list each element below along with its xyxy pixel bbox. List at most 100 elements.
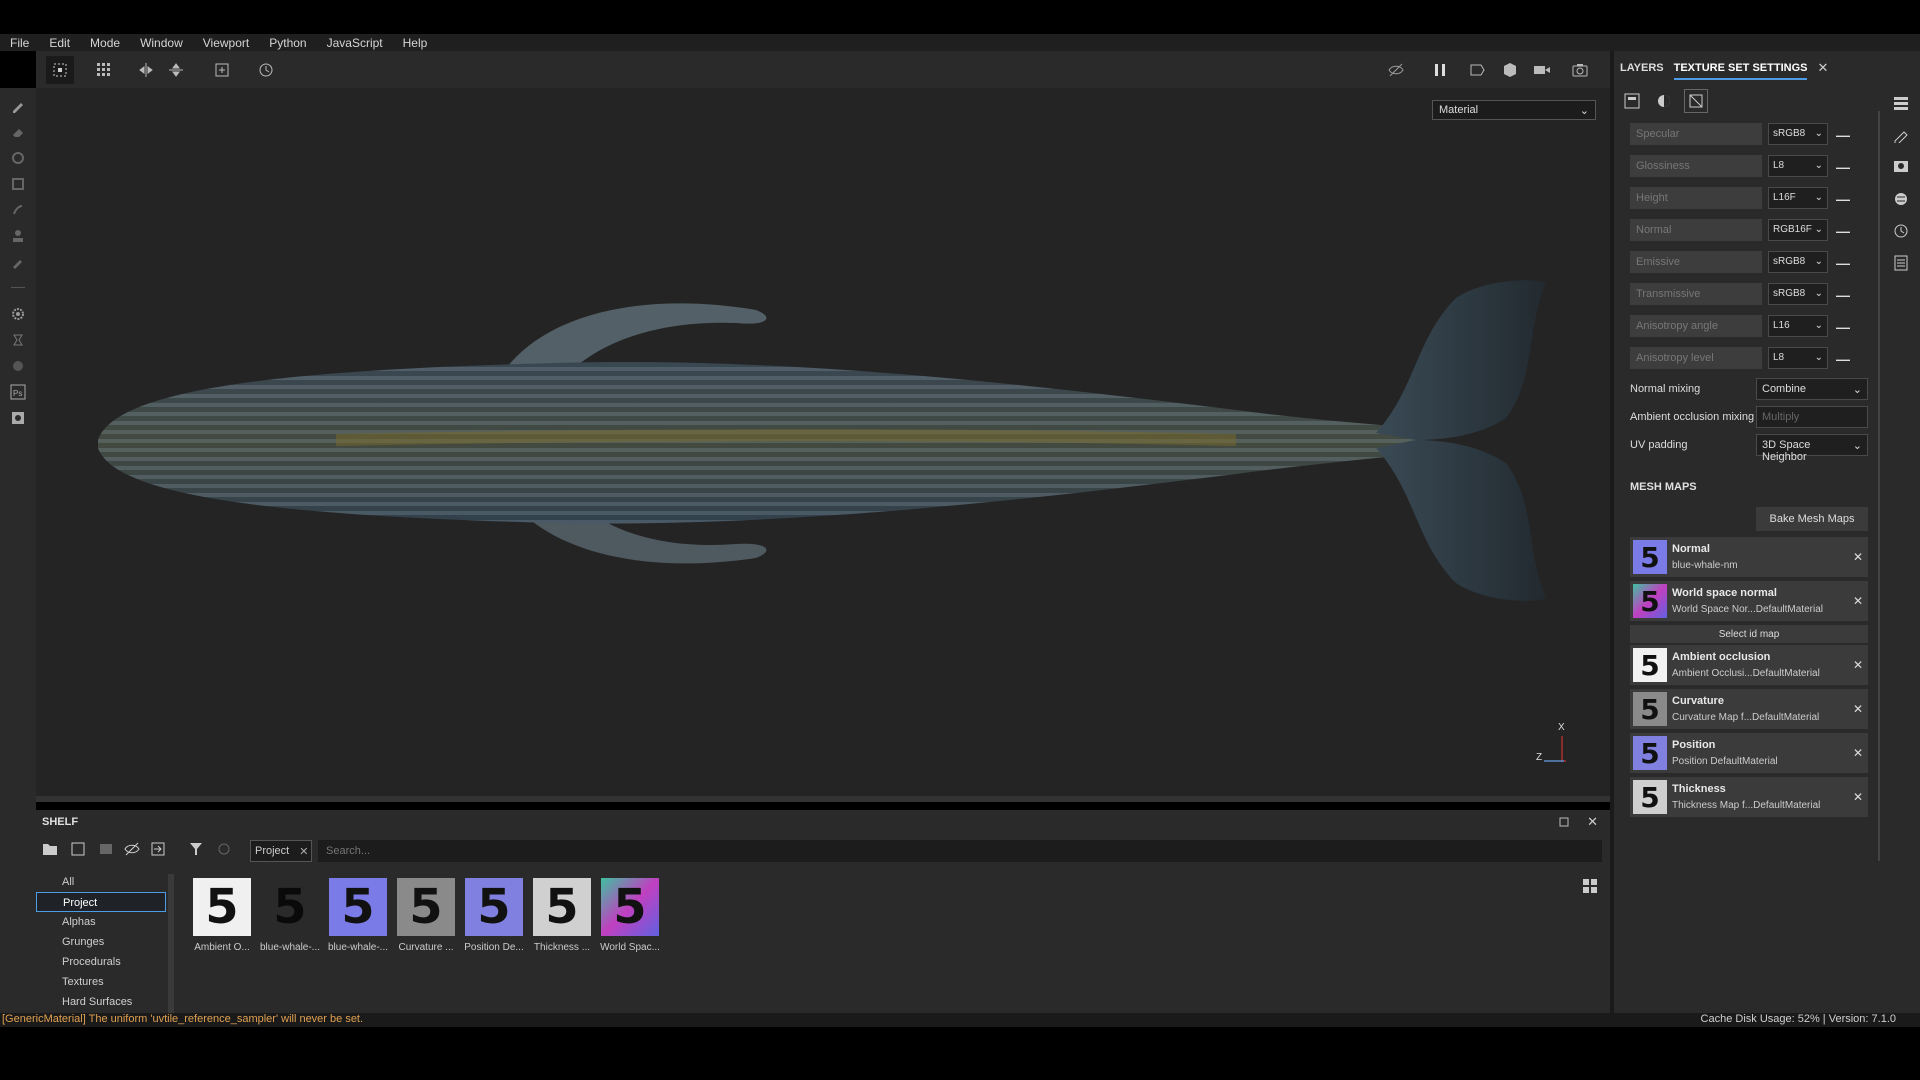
- export-textures-icon[interactable]: [8, 408, 28, 428]
- hide-preview-icon[interactable]: [122, 840, 142, 858]
- channel-format-select[interactable]: RGB16F ⌄: [1768, 219, 1828, 241]
- polygon-fill-icon[interactable]: [8, 174, 28, 194]
- mesh-map-ambient-occlusion[interactable]: 5 Ambient occlusion Ambient Occlusi...Def…: [1630, 645, 1868, 685]
- 3d-viewport[interactable]: Material ⌄ X Z: [36, 88, 1610, 796]
- remove-channel-icon[interactable]: —: [1836, 127, 1850, 143]
- remove-channel-icon[interactable]: —: [1836, 159, 1850, 175]
- remove-map-icon[interactable]: ✕: [1848, 790, 1868, 804]
- new-item-icon[interactable]: [68, 840, 88, 858]
- menu-help[interactable]: Help: [393, 36, 438, 50]
- view-2d-icon[interactable]: [1464, 56, 1492, 84]
- category-scrollbar[interactable]: [168, 874, 174, 1014]
- channel-format-select[interactable]: sRGB8 ⌄: [1768, 251, 1828, 273]
- history-clock-icon[interactable]: [1891, 221, 1911, 241]
- remove-channel-icon[interactable]: —: [1836, 351, 1850, 367]
- folder-icon[interactable]: [40, 840, 60, 858]
- chip-close-icon[interactable]: ✕: [299, 845, 308, 858]
- shelf-item[interactable]: 5 World Spac...: [596, 878, 664, 968]
- bake-mesh-maps-button[interactable]: Bake Mesh Maps: [1756, 507, 1868, 531]
- mesh-map-normal[interactable]: 5 Normal blue-whale-nm ✕: [1630, 537, 1868, 577]
- color-picker-icon[interactable]: [8, 252, 28, 272]
- category-project[interactable]: Project: [36, 892, 166, 912]
- mesh-map-world-space-normal[interactable]: 5 World space normal World Space Nor...De…: [1630, 581, 1868, 621]
- mesh-map-thickness[interactable]: 5 Thickness Thickness Map f...DefaultMate…: [1630, 777, 1868, 817]
- shelf-item[interactable]: 5 Thickness ...: [528, 878, 596, 968]
- category-alphas[interactable]: Alphas: [36, 912, 166, 932]
- channel-format-select[interactable]: L16F ⌄: [1768, 187, 1828, 209]
- texture-set-list-icon[interactable]: [1620, 89, 1644, 113]
- menu-file[interactable]: File: [0, 36, 39, 50]
- mesh-map-position[interactable]: 5 Position Position DefaultMaterial ✕: [1630, 733, 1868, 773]
- normal-mixing-select[interactable]: Combine ⌄: [1756, 378, 1868, 400]
- camera-video-icon[interactable]: [1528, 56, 1556, 84]
- remove-channel-icon[interactable]: —: [1836, 191, 1850, 207]
- category-grunges[interactable]: Grunges: [36, 932, 166, 952]
- mirror-vertical-icon[interactable]: [162, 56, 190, 84]
- shelf-close-icon[interactable]: ✕: [1587, 814, 1598, 830]
- import-icon[interactable]: [148, 840, 168, 858]
- remove-channel-icon[interactable]: —: [1836, 319, 1850, 335]
- remove-channel-icon[interactable]: —: [1836, 287, 1850, 303]
- smudge-icon[interactable]: [8, 200, 28, 220]
- shelf-item[interactable]: 5 Position De...: [460, 878, 528, 968]
- viewport-scrollbar[interactable]: [36, 796, 1610, 802]
- channel-format-select[interactable]: L16 ⌄: [1768, 315, 1828, 337]
- shelf-item[interactable]: 5 Curvature ...: [392, 878, 460, 968]
- category-procedurals[interactable]: Procedurals: [36, 952, 166, 972]
- library-icon[interactable]: [96, 840, 116, 858]
- select-id-map-button[interactable]: Select id map: [1630, 625, 1868, 643]
- tab-layers[interactable]: LAYERS: [1620, 56, 1664, 80]
- shelf-item[interactable]: 5 blue-whale-...: [256, 878, 324, 968]
- iray-sphere-icon[interactable]: [8, 356, 28, 376]
- remove-channel-icon[interactable]: —: [1836, 223, 1850, 239]
- clone-stamp-icon[interactable]: [8, 226, 28, 246]
- bake-icon[interactable]: [8, 330, 28, 350]
- history-icon[interactable]: [252, 56, 280, 84]
- menu-python[interactable]: Python: [259, 36, 316, 50]
- pause-icon[interactable]: [1426, 56, 1454, 84]
- refresh-icon[interactable]: [214, 840, 234, 858]
- menu-window[interactable]: Window: [130, 36, 193, 50]
- hide-overlay-icon[interactable]: [1382, 56, 1410, 84]
- project-filter-chip[interactable]: Project ✕: [250, 840, 312, 862]
- add-frame-icon[interactable]: [208, 56, 236, 84]
- mirror-horizontal-icon[interactable]: [132, 56, 160, 84]
- texture-set-settings-icon[interactable]: [1684, 89, 1708, 113]
- grid-view-icon[interactable]: [1582, 878, 1600, 896]
- shelf-search-input[interactable]: [318, 840, 1602, 862]
- view-3d-cube-icon[interactable]: [1496, 56, 1524, 84]
- remove-channel-icon[interactable]: —: [1836, 255, 1850, 271]
- category-all[interactable]: All: [36, 872, 166, 892]
- channel-format-select[interactable]: L8 ⌄: [1768, 155, 1828, 177]
- photoshop-export-icon[interactable]: Ps: [8, 382, 28, 402]
- filter-icon[interactable]: [186, 840, 206, 858]
- shader-settings-icon[interactable]: [1652, 89, 1676, 113]
- remove-map-icon[interactable]: ✕: [1848, 658, 1868, 672]
- paint-brush-icon[interactable]: [8, 96, 28, 116]
- projection-icon[interactable]: [8, 148, 28, 168]
- mesh-map-curvature[interactable]: 5 Curvature Curvature Map f...DefaultMate…: [1630, 689, 1868, 729]
- remove-map-icon[interactable]: ✕: [1848, 594, 1868, 608]
- close-icon[interactable]: ✕: [1817, 60, 1828, 76]
- select-grid-icon[interactable]: [46, 56, 74, 84]
- settings-gear-icon[interactable]: [8, 304, 28, 324]
- menu-mode[interactable]: Mode: [80, 36, 130, 50]
- uv-padding-select[interactable]: 3D Space Neighbor ⌄: [1756, 434, 1868, 463]
- layers-stack-icon[interactable]: [1891, 93, 1911, 113]
- shelf-item[interactable]: 5 blue-whale-...: [324, 878, 392, 968]
- menu-viewport[interactable]: Viewport: [193, 36, 259, 50]
- category-textures[interactable]: Textures: [36, 972, 166, 992]
- maximize-icon[interactable]: [1558, 816, 1570, 828]
- channel-format-select[interactable]: sRGB8 ⌄: [1768, 123, 1828, 145]
- eraser-icon[interactable]: [8, 122, 28, 142]
- category-hard-surfaces[interactable]: Hard Surfaces: [36, 992, 166, 1012]
- tile-grid-icon[interactable]: [90, 56, 118, 84]
- channel-format-select[interactable]: L8 ⌄: [1768, 347, 1828, 369]
- shelf-item[interactable]: 5 Ambient O...: [188, 878, 256, 968]
- screenshot-camera-icon[interactable]: [1566, 56, 1594, 84]
- tab-texture-set-settings[interactable]: TEXTURE SET SETTINGS: [1673, 56, 1807, 80]
- remove-map-icon[interactable]: ✕: [1848, 550, 1868, 564]
- properties-pen-icon[interactable]: [1891, 125, 1911, 145]
- remove-map-icon[interactable]: ✕: [1848, 746, 1868, 760]
- environment-globe-icon[interactable]: [1891, 189, 1911, 209]
